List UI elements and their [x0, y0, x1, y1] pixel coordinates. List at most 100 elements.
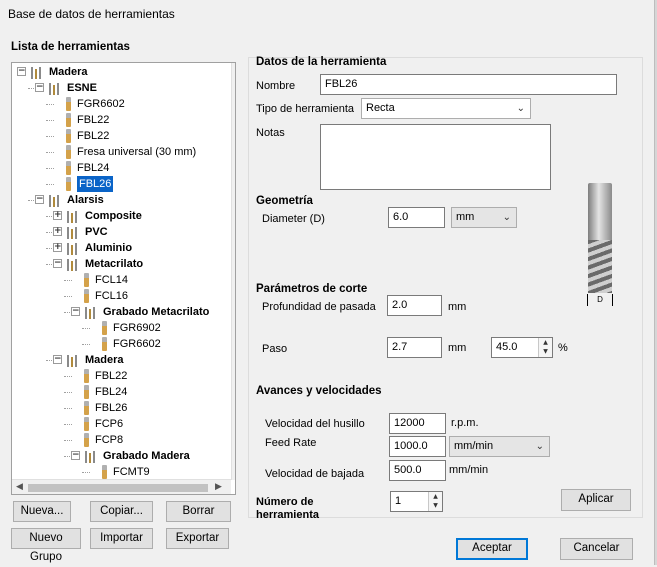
feed-rate-field[interactable]: 1000.0: [389, 436, 446, 457]
endmill-icon: [84, 385, 89, 399]
tree-tool[interactable]: Fresa universal (30 mm): [12, 144, 231, 160]
tree-tool[interactable]: FBL22: [12, 368, 231, 384]
collapse-icon[interactable]: −: [53, 355, 62, 364]
name-label: Nombre: [256, 80, 296, 92]
tree-tool[interactable]: FGR6602: [12, 96, 231, 112]
tree-heading: Lista de herramientas: [11, 41, 130, 53]
diameter-label: Diameter (D): [262, 213, 325, 225]
tree-folder[interactable]: − Grabado Metacrilato: [12, 304, 231, 320]
copy-tool-button[interactable]: Copiar...: [90, 501, 153, 522]
tree-folder[interactable]: + PVC: [12, 224, 231, 240]
name-field[interactable]: FBL26: [320, 74, 617, 95]
cancel-button[interactable]: Cancelar: [560, 538, 633, 560]
tree-folder[interactable]: − Metacrilato: [12, 256, 231, 272]
tool-tree[interactable]: − Madera − ESNE FGR6602 FBL22 FBL22 Fresa unive…: [11, 62, 236, 495]
spin-down-icon[interactable]: ▼: [539, 347, 552, 356]
scroll-right-icon[interactable]: ▶: [215, 482, 222, 492]
scroll-thumb-vertical[interactable]: [235, 79, 236, 463]
expand-icon[interactable]: +: [53, 243, 62, 252]
endmill-icon: [84, 369, 89, 383]
tree-item-label: FGR6902: [113, 322, 161, 334]
tree-connector: [46, 136, 54, 137]
endmill-icon: [66, 113, 71, 127]
tree-item-label: Grabado Madera: [103, 450, 190, 462]
tree-tool[interactable]: FCP8: [12, 432, 231, 448]
tree-item-label: ESNE: [67, 82, 97, 94]
tree-tool[interactable]: FBL26: [12, 176, 231, 192]
tree-tool[interactable]: FBL22: [12, 128, 231, 144]
expand-icon[interactable]: +: [53, 227, 62, 236]
tool-group-icon: [67, 210, 82, 223]
import-button[interactable]: Importar: [90, 528, 153, 549]
collapse-icon[interactable]: −: [35, 83, 44, 92]
tree-item-label: FCP6: [95, 418, 124, 430]
tree-item-label: Alarsis: [67, 194, 104, 206]
collapse-icon[interactable]: −: [35, 195, 44, 204]
tool-flutes-image: [588, 240, 612, 293]
tree-tool[interactable]: FGR6602: [12, 336, 231, 352]
stepover-percent-field[interactable]: 45.0 ▲ ▼: [491, 337, 553, 358]
tree-tool[interactable]: FBL24: [12, 384, 231, 400]
collapse-icon[interactable]: −: [71, 451, 80, 460]
endmill-icon: [84, 273, 89, 287]
depth-field[interactable]: 2.0: [387, 295, 442, 316]
tree-folder[interactable]: − Madera: [12, 64, 231, 80]
tree-item-label: PVC: [85, 226, 108, 238]
plunge-rate-label: Velocidad de bajada: [265, 468, 365, 480]
spin-up-icon[interactable]: ▲: [539, 338, 552, 347]
stepover-percent-spinner[interactable]: ▲ ▼: [538, 338, 552, 357]
tree-folder[interactable]: + Composite: [12, 208, 231, 224]
tree-folder[interactable]: + Aluminio: [12, 240, 231, 256]
spindle-speed-field[interactable]: 12000: [389, 413, 446, 434]
collapse-icon[interactable]: −: [71, 307, 80, 316]
expand-icon[interactable]: +: [53, 211, 62, 220]
stepover-field[interactable]: 2.7: [387, 337, 442, 358]
tool-group-icon: [49, 82, 64, 95]
notes-field[interactable]: [320, 124, 551, 190]
new-group-button[interactable]: Nuevo Grupo: [11, 528, 81, 563]
plunge-rate-field[interactable]: 500.0: [389, 460, 446, 481]
collapse-icon[interactable]: −: [53, 259, 62, 268]
scroll-left-icon[interactable]: ◀: [16, 482, 23, 492]
tree-tool[interactable]: FCMT9: [12, 464, 231, 480]
tree-tool[interactable]: FBL26: [12, 400, 231, 416]
tree-tool[interactable]: FGR6902: [12, 320, 231, 336]
tree-folder[interactable]: − ESNE: [12, 80, 231, 96]
new-tool-button[interactable]: Nueva...: [13, 501, 71, 522]
feeds-speeds-heading: Avances y velocidades: [256, 385, 382, 397]
tree-folder[interactable]: − Alarsis: [12, 192, 231, 208]
tree-tool[interactable]: FCL16: [12, 288, 231, 304]
diameter-unit-select[interactable]: mm ⌄: [451, 207, 517, 228]
collapse-icon[interactable]: −: [17, 67, 26, 76]
tree-vertical-scrollbar[interactable]: ▲ ▼: [231, 63, 236, 480]
tree-item-label: FBL22: [77, 114, 110, 126]
tree-item-label: Aluminio: [85, 242, 133, 254]
tree-tool[interactable]: FCL14: [12, 272, 231, 288]
tree-tool[interactable]: FCP6: [12, 416, 231, 432]
tree-folder[interactable]: − Grabado Madera: [12, 448, 231, 464]
accept-button[interactable]: Aceptar: [456, 538, 528, 560]
scroll-thumb-horizontal[interactable]: [28, 484, 208, 492]
delete-tool-button[interactable]: Borrar: [166, 501, 231, 522]
endmill-icon: [66, 145, 71, 159]
endmill-icon: [102, 337, 107, 351]
tool-group-icon: [67, 242, 82, 255]
feed-rate-unit-select[interactable]: mm/min ⌄: [449, 436, 550, 457]
tree-tool[interactable]: FBL22: [12, 112, 231, 128]
tool-number-spinner[interactable]: ▲ ▼: [428, 492, 442, 511]
tree-item-label: FBL26: [77, 176, 114, 192]
tree-connector: [82, 472, 90, 473]
tool-number-field[interactable]: 1 ▲ ▼: [390, 491, 443, 512]
tree-tool[interactable]: FBL24: [12, 160, 231, 176]
apply-button[interactable]: Aplicar: [561, 489, 631, 511]
tree-folder[interactable]: − Madera: [12, 352, 231, 368]
tree-item-label: FGR6602: [113, 338, 161, 350]
diameter-field[interactable]: 6.0: [388, 207, 445, 228]
export-button[interactable]: Exportar: [166, 528, 229, 549]
cutting-params-heading: Parámetros de corte: [256, 283, 368, 295]
spin-down-icon[interactable]: ▼: [429, 501, 442, 510]
spin-up-icon[interactable]: ▲: [429, 492, 442, 501]
tool-type-select[interactable]: Recta ⌄: [361, 98, 531, 119]
depth-unit: mm: [448, 301, 467, 313]
tree-horizontal-scrollbar[interactable]: ◀ ▶: [12, 479, 231, 494]
